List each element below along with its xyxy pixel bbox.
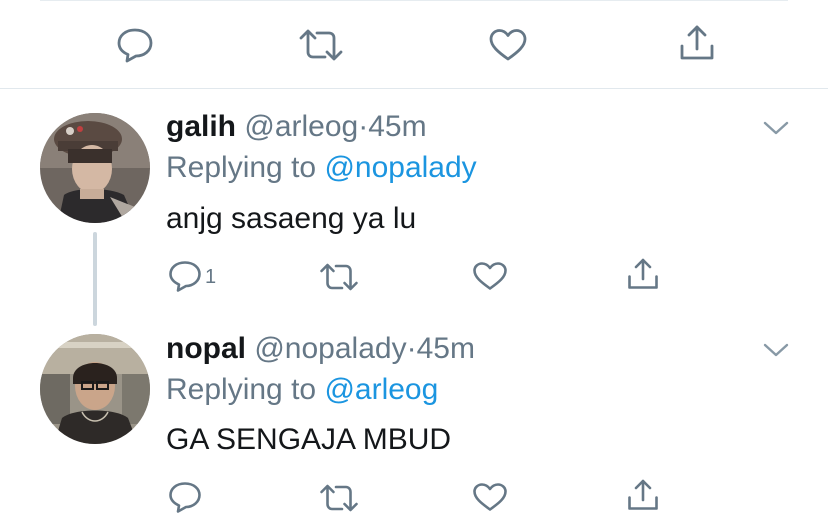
user-handle[interactable]: @nopalady [254,332,406,365]
tweet-header: galih @arleog·45m [166,109,427,145]
chevron-down-icon[interactable] [763,120,789,136]
replying-to: Replying to @nopalady [166,150,477,186]
like-icon[interactable] [472,261,508,291]
share-icon[interactable] [626,478,660,512]
replying-to: Replying to @arleog [166,372,438,408]
share-icon[interactable] [626,257,660,291]
chevron-down-icon[interactable] [763,342,789,358]
tweet-header: nopal @nopalady·45m [166,331,475,367]
previous-tweet-border [40,0,788,1]
retweet-icon[interactable] [319,262,359,292]
replying-to-label: Replying to [166,151,317,184]
divider [0,88,828,89]
reply-icon[interactable] [116,27,154,63]
display-name[interactable]: nopal [166,332,246,365]
reply-icon[interactable] [168,260,202,292]
mention-link[interactable]: @nopalady [324,151,476,184]
like-icon[interactable] [488,28,528,62]
tweet-text: anjg sasaeng ya lu [166,202,417,235]
avatar[interactable] [40,334,150,444]
separator: · [358,110,369,143]
reply-count: 1 [205,266,217,288]
reply-icon[interactable] [168,481,202,513]
mention-link[interactable]: @arleog [324,373,438,406]
share-icon[interactable] [678,24,716,62]
replying-to-label: Replying to [166,373,317,406]
display-name[interactable]: galih [166,110,236,143]
tweet-text: GA SENGAJA MBUD [166,423,452,456]
like-icon[interactable] [472,482,508,512]
separator: · [406,332,417,365]
avatar[interactable] [40,113,150,223]
retweet-icon[interactable] [319,483,359,513]
thread-line [93,232,97,326]
user-handle[interactable]: @arleog [244,110,358,143]
retweet-icon[interactable] [298,28,344,62]
timestamp[interactable]: 45m [368,110,426,143]
timestamp[interactable]: 45m [417,332,475,365]
